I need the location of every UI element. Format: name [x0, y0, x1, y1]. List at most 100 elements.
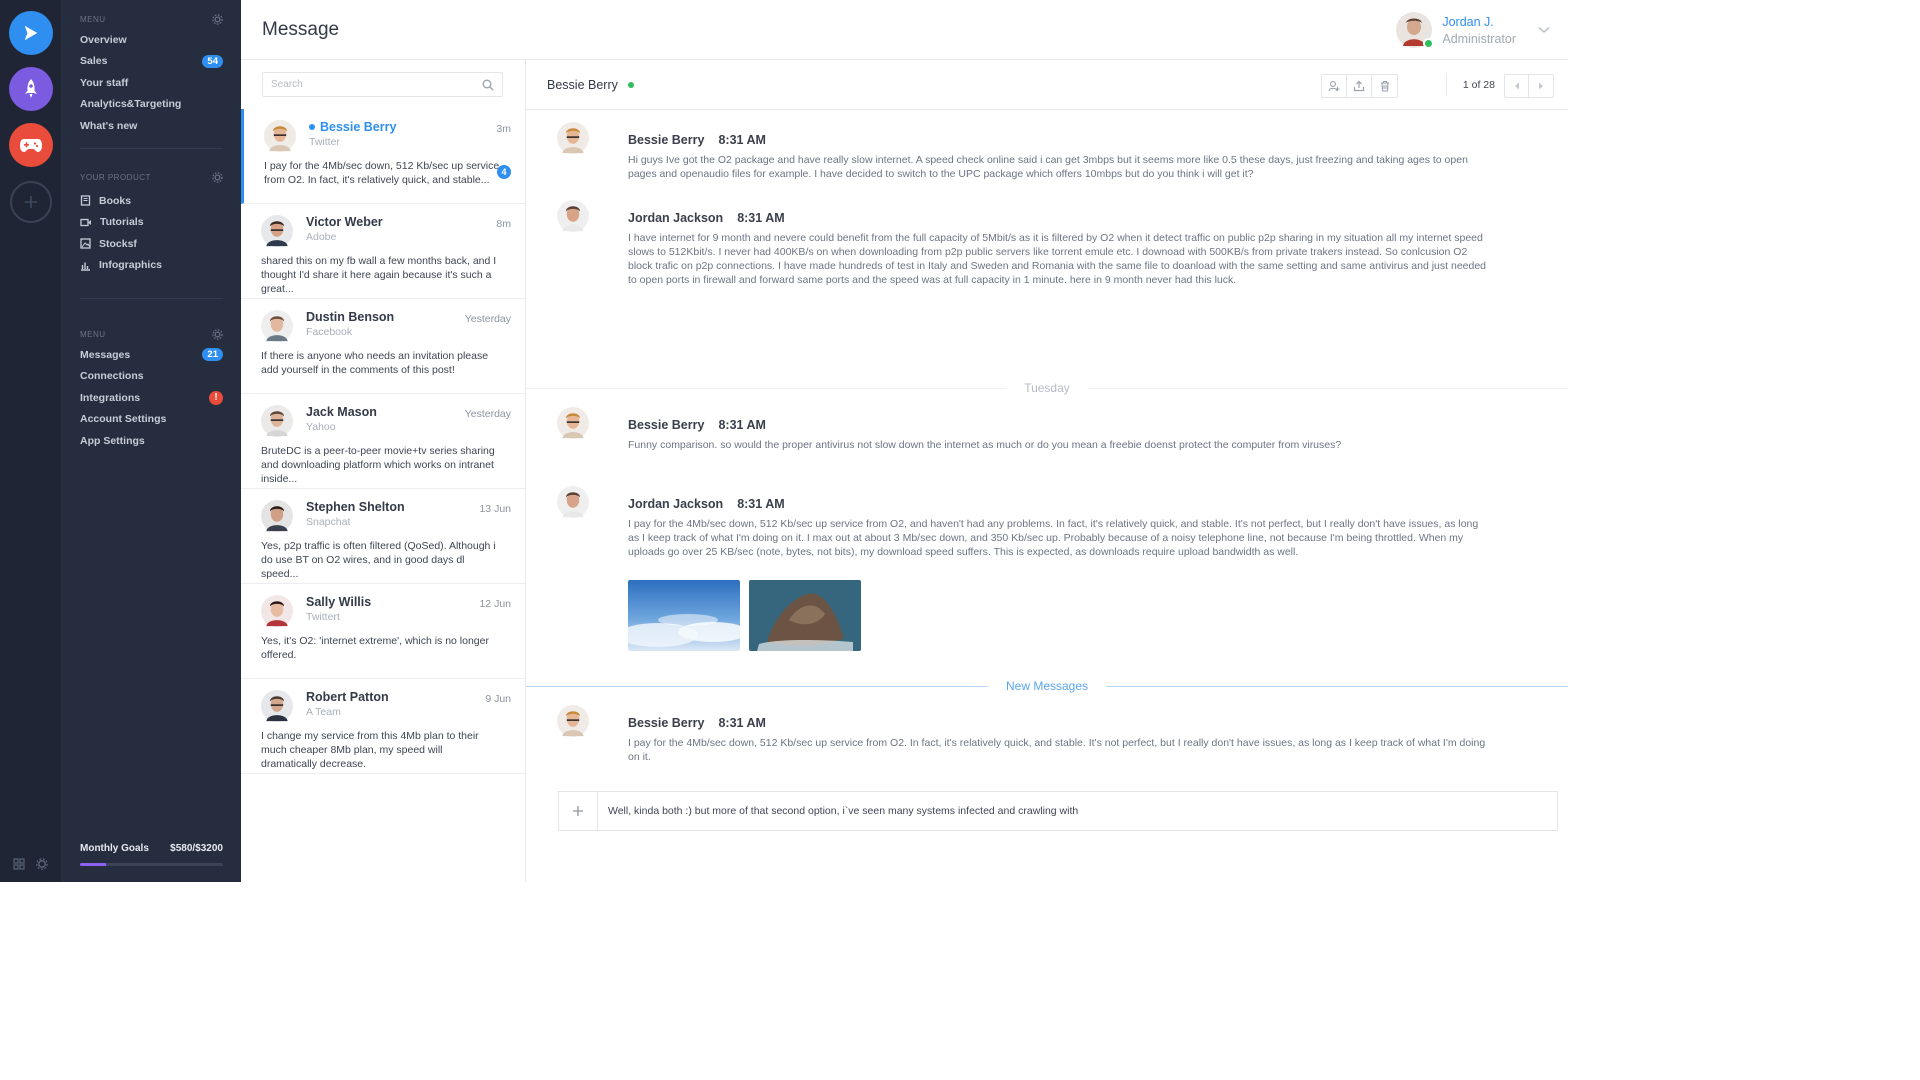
- menu-item-connections[interactable]: Connections: [80, 366, 223, 388]
- message-time: 8:31 AM: [718, 716, 766, 730]
- send-app-button[interactable]: [9, 11, 53, 55]
- toolbar-divider: [1446, 74, 1447, 96]
- chevron-left-icon: [1514, 82, 1519, 90]
- avatar: [261, 405, 293, 442]
- message-time: 8:31 AM: [718, 133, 766, 147]
- avatar: [557, 705, 589, 764]
- message-author: Jordan Jackson: [628, 211, 724, 225]
- user-menu[interactable]: Jordan J. Administrator: [1396, 12, 1550, 49]
- goals-value: $580/$3200: [170, 843, 223, 854]
- grid-icon[interactable]: [13, 858, 25, 870]
- plus-icon: [573, 806, 583, 816]
- attach-button[interactable]: [559, 792, 598, 830]
- conversation-source: A Team: [306, 706, 341, 718]
- goals-progress-bar: [80, 863, 223, 866]
- message-text: Hi guys Ive got the O2 package and have …: [628, 154, 1468, 180]
- menu-item-your-staff[interactable]: Your staff: [80, 72, 223, 94]
- conversation-items: Bessie Berry Twitter 3m I pay for the 4Mb/s…: [241, 109, 525, 774]
- delete-button[interactable]: [1372, 75, 1397, 97]
- new-messages-label: New Messages: [987, 679, 1107, 693]
- menu-heading: MENU: [80, 329, 106, 339]
- chat-header: Bessie Berry 1 of 28: [526, 60, 1568, 110]
- next-button[interactable]: [1529, 75, 1553, 97]
- conversation-time: 13 Jun: [479, 503, 511, 515]
- menu-item-tutorials[interactable]: Tutorials: [80, 212, 223, 234]
- conversation-source: Twittert: [306, 611, 340, 623]
- search-input[interactable]: [271, 79, 461, 90]
- conversation-name: Robert Patton: [306, 690, 389, 704]
- avatar: [261, 500, 293, 537]
- rocket-app-button[interactable]: [9, 67, 53, 111]
- chat-panel: Bessie Berry 1 of 28 Bessie Berry 8:31 AM…: [526, 60, 1568, 882]
- message-input[interactable]: [608, 805, 1508, 817]
- conversation-name: Sally Willis: [306, 595, 372, 609]
- avatar: [261, 690, 293, 727]
- video-icon: [80, 218, 91, 226]
- message-composer: [558, 791, 1558, 831]
- add-contact-button[interactable]: [1322, 75, 1347, 97]
- conversation-preview: I change my service from this 4Mb plan t…: [261, 730, 479, 770]
- menu-item-account-settings[interactable]: Account Settings: [80, 409, 223, 431]
- pagination-controls: [1504, 74, 1554, 98]
- avatar: [557, 200, 589, 287]
- menu-item-whats-new[interactable]: What's new: [80, 115, 223, 137]
- page-title: Message: [262, 19, 340, 40]
- export-button[interactable]: [1347, 75, 1372, 97]
- menu-divider: [80, 147, 223, 149]
- unread-count-badge: 4: [497, 165, 511, 179]
- avatar: [261, 215, 293, 252]
- messages-count-badge: 21: [202, 348, 223, 362]
- alert-badge: !: [209, 390, 223, 405]
- day-divider-label: Tuesday: [1006, 381, 1088, 395]
- menu-item-integrations[interactable]: Integrations!: [80, 387, 223, 409]
- menu-item-messages[interactable]: Messages 21: [80, 344, 223, 366]
- search-box: [262, 72, 503, 97]
- sky-photo-attachment[interactable]: [628, 580, 740, 651]
- menu-item-infographics[interactable]: Infographics: [80, 255, 223, 277]
- avatar: [264, 120, 296, 157]
- menu-item-app-settings[interactable]: App Settings: [80, 430, 223, 452]
- gear-icon[interactable]: [212, 171, 223, 183]
- conversation-item[interactable]: Stephen Shelton Snapchat 13 Jun Yes, p2p tr…: [241, 489, 525, 584]
- gamepad-app-button[interactable]: [9, 123, 53, 167]
- sales-count-badge: 54: [202, 54, 223, 68]
- menu-section-main: MENU Overview Sales 54 Your staff Analyti…: [80, 12, 223, 157]
- conversation-item[interactable]: Victor Weber Adobe 8m shared this on my fb …: [241, 204, 525, 299]
- menu-item-analytics[interactable]: Analytics&Targeting: [80, 94, 223, 116]
- add-app-button[interactable]: [10, 181, 52, 223]
- conversation-item[interactable]: Jack Mason Yahoo Yesterday BruteDC is a pee…: [241, 394, 525, 489]
- menu-item-books[interactable]: Books: [80, 190, 223, 212]
- chat-message: Bessie Berry 8:31 AM Funny comparison. so…: [557, 407, 1487, 452]
- menu-item-overview[interactable]: Overview: [80, 29, 223, 51]
- conversation-preview: If there is anyone who needs an invitati…: [261, 350, 489, 376]
- gear-icon[interactable]: [35, 858, 48, 870]
- conversation-item[interactable]: Bessie Berry Twitter 3m I pay for the 4Mb/s…: [241, 109, 525, 204]
- previous-button[interactable]: [1505, 75, 1529, 97]
- gear-icon[interactable]: [212, 13, 223, 25]
- message-author: Bessie Berry: [628, 716, 705, 730]
- conversation-time: 8m: [496, 218, 511, 230]
- gear-icon[interactable]: [212, 328, 223, 340]
- avatar: [557, 122, 589, 181]
- send-icon: [24, 25, 38, 41]
- app-rail: [0, 0, 61, 882]
- menu-item-sales[interactable]: Sales 54: [80, 51, 223, 73]
- message-author: Bessie Berry: [628, 133, 705, 147]
- conversation-source: Twitter: [309, 136, 340, 148]
- conversation-time: Yesterday: [464, 408, 511, 420]
- search-icon[interactable]: [482, 79, 494, 91]
- add-user-icon: [1328, 81, 1340, 92]
- chat-message: Jordan Jackson 8:31 AM I pay for the 4Mb/…: [557, 486, 1487, 651]
- conversation-item[interactable]: Robert Patton A Team 9 Jun I change my serv…: [241, 679, 525, 774]
- menu-section-messages: MENU Messages 21 Connections Integrations…: [80, 327, 223, 452]
- menu-item-stocksf[interactable]: Stocksf: [80, 233, 223, 255]
- conversation-time: 3m: [496, 123, 511, 135]
- conversation-item[interactable]: Sally Willis Twittert 12 Jun Yes, it's O2: …: [241, 584, 525, 679]
- online-status-dot: [1423, 38, 1435, 49]
- conversation-item[interactable]: Dustin Benson Facebook Yesterday If there i…: [241, 299, 525, 394]
- conversation-time: 9 Jun: [485, 693, 511, 705]
- rock-photo-attachment[interactable]: [749, 580, 861, 651]
- chat-toolbar: [1321, 74, 1398, 98]
- message-text: I have internet for 9 month and nevere c…: [628, 232, 1487, 286]
- image-icon: [80, 238, 91, 249]
